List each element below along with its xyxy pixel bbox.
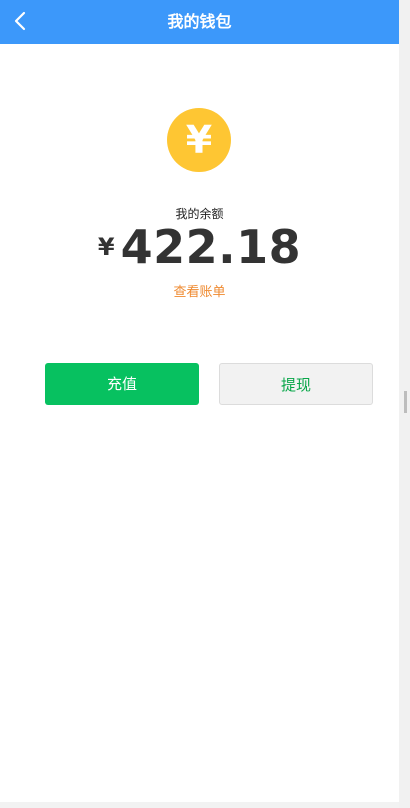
navbar: 我的钱包 [0, 0, 399, 44]
balance-amount-row: ¥422.18 [0, 220, 399, 278]
view-bill-link[interactable]: 查看账单 [0, 281, 399, 300]
scrollbar[interactable] [399, 0, 410, 808]
wallet-page: 我的钱包 ¥ 我的余额 ¥422.18 查看账单 充值 提现 [0, 0, 399, 802]
yuan-coin-icon: ¥ [167, 108, 231, 172]
balance-amount: 422.18 [120, 220, 302, 274]
yuan-glyph: ¥ [186, 118, 212, 162]
yuan-glyph-text: ¥ [186, 118, 212, 162]
page-title: 我的钱包 [167, 12, 232, 31]
withdraw-button[interactable]: 提现 [219, 363, 373, 405]
scrollbar-thumb[interactable] [404, 391, 407, 413]
currency-symbol: ¥ [97, 233, 115, 261]
recharge-button[interactable]: 充值 [45, 363, 199, 405]
